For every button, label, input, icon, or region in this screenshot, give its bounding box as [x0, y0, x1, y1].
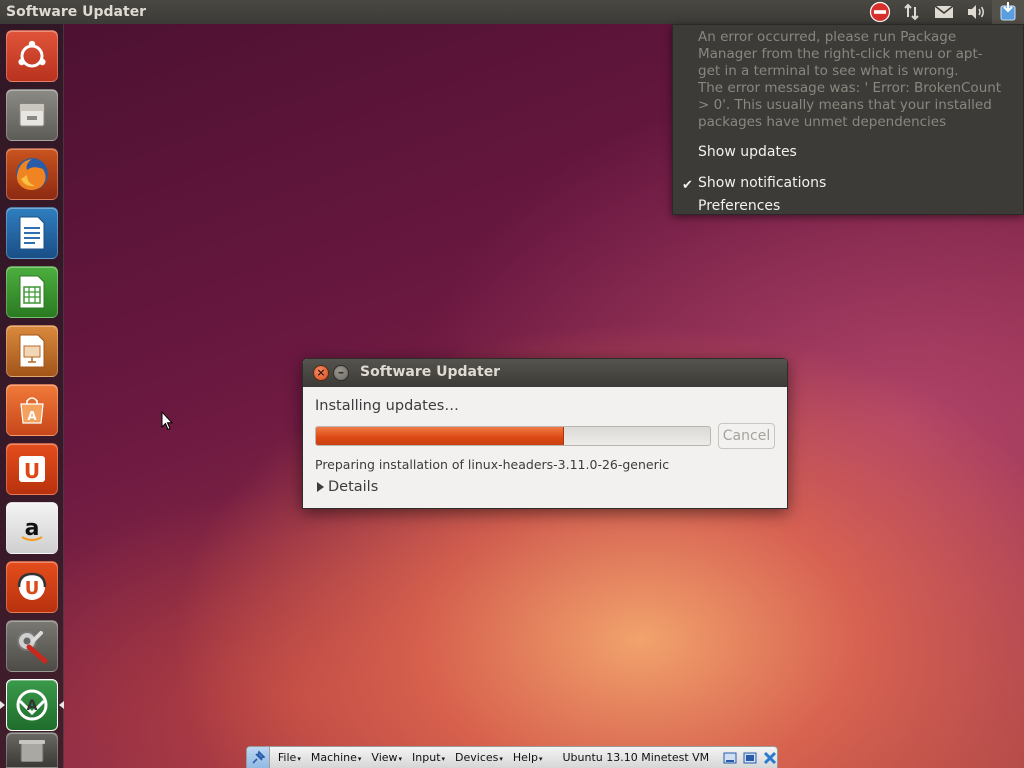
top-panel: Software Updater	[0, 0, 1024, 24]
install-progress-bar	[315, 426, 711, 446]
software-center-icon[interactable]: A	[6, 384, 58, 436]
software-updater-icon[interactable]: A	[6, 679, 58, 731]
updater-indicator-menu: An error occurred, please run Package Ma…	[672, 24, 1024, 215]
close-icon[interactable]: ×	[313, 365, 329, 381]
error-line: The error message was: ' Error: BrokenCo…	[698, 80, 1002, 96]
menu-item-show-updates[interactable]: Show updates	[698, 144, 797, 160]
restore-icon[interactable]	[743, 750, 758, 766]
libreoffice-writer-icon[interactable]	[6, 207, 58, 259]
vb-menu-input[interactable]: Input	[412, 751, 445, 764]
firefox-icon[interactable]	[6, 148, 58, 200]
expander-arrow-icon	[317, 482, 324, 492]
menu-item-show-notifications[interactable]: Show notifications	[698, 175, 826, 191]
launcher: A U a U A	[0, 24, 64, 768]
vb-menu-help[interactable]: Help	[513, 751, 543, 764]
vm-title: Ubuntu 13.10 Minetest VM	[562, 751, 710, 764]
libreoffice-impress-icon[interactable]	[6, 325, 58, 377]
trash-icon[interactable]	[6, 732, 58, 768]
menu-item-preferences[interactable]: Preferences	[698, 198, 780, 214]
update-indicator-icon[interactable]	[992, 0, 1024, 24]
software-updater-dialog: × – Software Updater Installing updates……	[302, 358, 788, 509]
active-window-title: Software Updater	[6, 4, 147, 20]
details-expander[interactable]: Details	[317, 479, 378, 495]
close-icon[interactable]	[762, 750, 777, 766]
cancel-button[interactable]: Cancel	[718, 423, 775, 449]
ubuntu-dash-icon[interactable]	[6, 30, 58, 82]
dialog-heading: Installing updates…	[315, 398, 459, 414]
dialog-title: Software Updater	[360, 364, 501, 380]
running-app-pip	[0, 701, 5, 709]
files-icon[interactable]	[6, 89, 58, 141]
mouse-pointer-icon	[161, 410, 174, 435]
vb-menu-machine[interactable]: Machine	[311, 751, 362, 764]
error-line: An error occurred, please run Package	[698, 29, 957, 45]
system-settings-icon[interactable]	[6, 620, 58, 672]
progress-fill	[316, 427, 565, 445]
volume-icon[interactable]	[960, 0, 992, 24]
active-app-pip	[59, 701, 64, 709]
minimize-icon[interactable]: –	[333, 365, 349, 381]
virtualbox-mini-toolbar: File Machine View Input Devices Help Ubu…	[246, 746, 778, 768]
error-message: An error occurred, please run Package Ma…	[698, 29, 1008, 131]
svg-text:a: a	[25, 516, 40, 541]
amazon-icon[interactable]: a	[6, 502, 58, 554]
ubuntu-one-music-icon[interactable]: U	[6, 561, 58, 613]
mail-icon[interactable]	[928, 0, 960, 24]
vb-menu-file[interactable]: File	[278, 751, 301, 764]
indicator-area	[864, 0, 1024, 24]
status-text: Preparing installation of linux-headers-…	[315, 457, 670, 472]
checkmark-icon: ✔	[682, 178, 693, 193]
error-line: get in a terminal to see what is wrong.	[698, 63, 959, 79]
svg-text:U: U	[25, 578, 40, 599]
vb-menu-devices[interactable]: Devices	[455, 751, 503, 764]
error-line: > 0'. This usually means that your insta…	[698, 97, 992, 113]
error-line: packages have unmet dependencies	[698, 114, 947, 130]
libreoffice-calc-icon[interactable]	[6, 266, 58, 318]
minimize-icon[interactable]	[723, 750, 738, 766]
vb-menu-view[interactable]: View	[371, 751, 402, 764]
error-line: Manager from the right-click menu or apt…	[698, 46, 983, 62]
software-updater-error-icon[interactable]	[864, 0, 896, 24]
svg-text:A: A	[27, 409, 37, 423]
svg-text:A: A	[27, 698, 38, 714]
network-icon[interactable]	[896, 0, 928, 24]
details-label: Details	[328, 479, 379, 495]
ubuntu-one-icon[interactable]: U	[6, 443, 58, 495]
svg-text:U: U	[24, 459, 40, 483]
dialog-titlebar[interactable]: × – Software Updater	[303, 359, 787, 387]
pin-icon[interactable]	[247, 746, 270, 768]
